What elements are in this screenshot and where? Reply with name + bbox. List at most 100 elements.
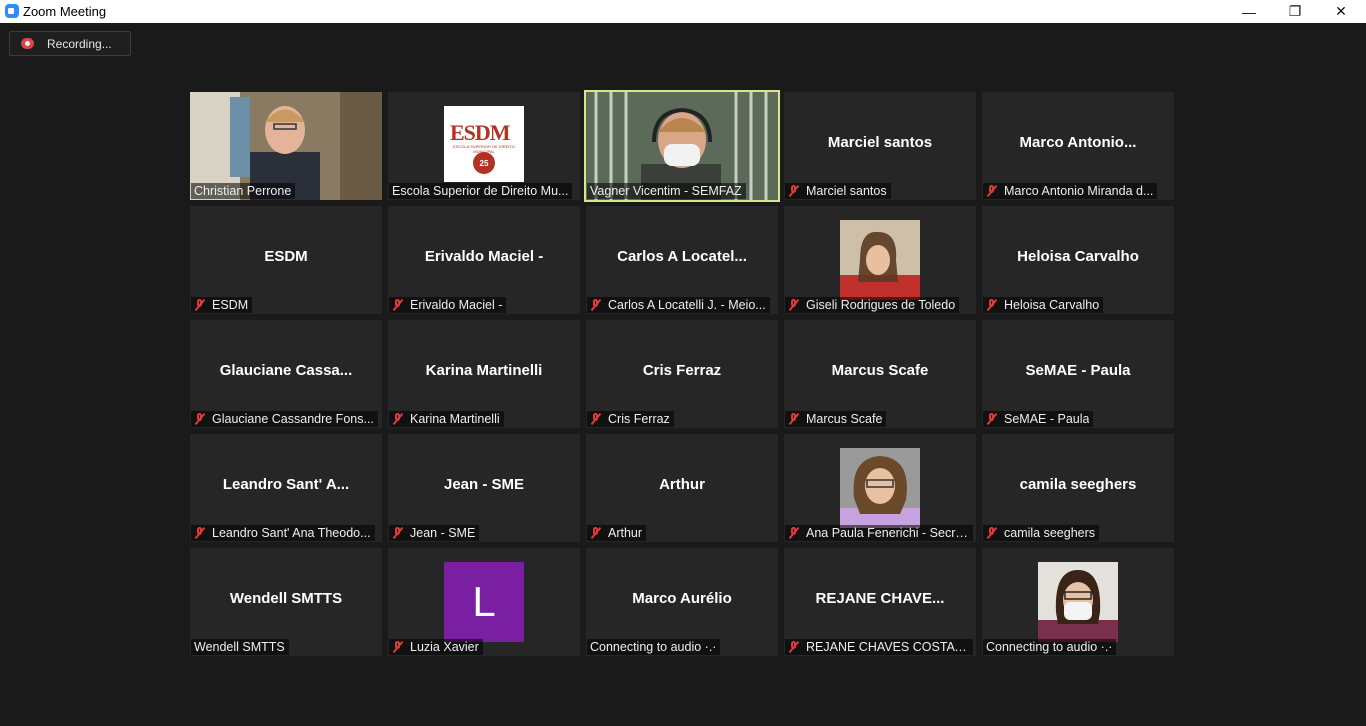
participant-tile[interactable]: Vagner Vicentim - SEMFAZ (584, 90, 780, 202)
participant-name-tag: Jean - SME (389, 525, 480, 541)
participant-name-tag: Vagner Vicentim - SEMFAZ (587, 183, 746, 199)
participant-name-tag: Marco Antonio Miranda d... (983, 183, 1158, 199)
participant-name-tag: Marciel santos (785, 183, 891, 199)
title-bar: Zoom Meeting — ❐ ✕ (0, 0, 1366, 23)
participant-tile[interactable]: Leandro Sant' A... Leandro Sant' Ana Theo… (190, 434, 382, 542)
participant-name-tag: Connecting to audio ·.· (587, 639, 721, 655)
participant-display-name: Heloisa Carvalho (1017, 248, 1139, 265)
participant-tile[interactable]: Christian Perrone (190, 92, 382, 200)
zoom-icon (5, 4, 19, 18)
muted-microphone-icon (392, 413, 404, 425)
participant-name-tag: ESDM (191, 297, 253, 313)
participant-name-tag: Carlos A Locatelli J. - Meio... (587, 297, 770, 313)
participant-tile[interactable]: Arthur Arthur (586, 434, 778, 542)
participant-tile[interactable]: Cris Ferraz Cris Ferraz (586, 320, 778, 428)
participant-name-tag: Ana Paula Fenerichi - Secre... (785, 525, 973, 541)
muted-microphone-icon (194, 413, 206, 425)
participant-tile[interactable]: SeMAE - Paula SeMAE - Paula (982, 320, 1174, 428)
participant-tile[interactable]: REJANE CHAVE... REJANE CHAVES COSTA G... (784, 548, 976, 656)
participant-name-tag: Heloisa Carvalho (983, 297, 1104, 313)
recording-indicator[interactable]: Recording... (9, 31, 131, 56)
muted-microphone-icon (788, 527, 800, 539)
participant-tile[interactable]: camila seeghers camila seeghers (982, 434, 1174, 542)
participant-tile[interactable]: Karina Martinelli Karina Martinelli (388, 320, 580, 428)
participant-name: Marciel santos (806, 184, 887, 198)
participant-name: Giseli Rodrigues de Toledo (806, 298, 956, 312)
participant-name: Cris Ferraz (608, 412, 670, 426)
participant-name: Leandro Sant' Ana Theodo... (212, 526, 371, 540)
participant-name: Luzia Xavier (410, 640, 479, 654)
participant-name-tag: SeMAE - Paula (983, 411, 1094, 427)
esdm-logo: ESDMESCOLA SUPERIOR DE DIREITO MUNICIPAL… (444, 106, 524, 182)
muted-microphone-icon (788, 641, 800, 653)
muted-microphone-icon (986, 527, 998, 539)
participant-tile[interactable]: Marciel santos Marciel santos (784, 92, 976, 200)
participant-name-tag: Giseli Rodrigues de Toledo (785, 297, 960, 313)
participant-name: camila seeghers (1004, 526, 1096, 540)
participant-name: Erivaldo Maciel - (410, 298, 503, 312)
logo-text: ESDM (450, 120, 511, 145)
recording-cloud-icon (21, 38, 34, 49)
muted-microphone-icon (392, 641, 404, 653)
participant-name-tag: Luzia Xavier (389, 639, 483, 655)
participant-tile[interactable]: Ana Paula Fenerichi - Secre... (784, 434, 976, 542)
participant-name-tag: Cris Ferraz (587, 411, 674, 427)
participant-tile[interactable]: Jean - SME Jean - SME (388, 434, 580, 542)
participant-tile[interactable]: Wendell SMTTS Wendell SMTTS (190, 548, 382, 656)
participant-name: ESDM (212, 298, 249, 312)
restore-button[interactable]: ❐ (1272, 0, 1318, 23)
muted-microphone-icon (788, 413, 800, 425)
participant-tile[interactable]: Marco Aurélio Connecting to audio ·.· (586, 548, 778, 656)
participant-tile[interactable]: L Luzia Xavier (388, 548, 580, 656)
profile-photo (840, 220, 920, 300)
participant-display-name: Erivaldo Maciel - (424, 248, 544, 265)
muted-microphone-icon (590, 299, 602, 311)
muted-microphone-icon (986, 185, 998, 197)
participant-tile[interactable]: Erivaldo Maciel - Erivaldo Maciel - (388, 206, 580, 314)
participant-tile[interactable]: Glauciane Cassa... Glauciane Cassandre Fo… (190, 320, 382, 428)
minimize-button[interactable]: — (1226, 0, 1272, 23)
participant-display-name: Jean - SME (443, 476, 525, 493)
muted-microphone-icon (986, 299, 998, 311)
participant-name: Christian Perrone (194, 184, 292, 198)
participant-tile[interactable]: ESDMESCOLA SUPERIOR DE DIREITO MUNICIPAL… (388, 92, 580, 200)
muted-microphone-icon (788, 185, 800, 197)
muted-microphone-icon (590, 413, 602, 425)
close-button[interactable]: ✕ (1318, 0, 1364, 23)
participant-name: Carlos A Locatelli J. - Meio... (608, 298, 766, 312)
participant-tile[interactable]: ESDM ESDM (190, 206, 382, 314)
participant-name-tag: Christian Perrone (191, 183, 296, 199)
participant-name: Connecting to audio ·.· (590, 640, 717, 654)
participant-name-tag: Arthur (587, 525, 647, 541)
participant-tile[interactable]: Marco Antonio... Marco Antonio Miranda d.… (982, 92, 1174, 200)
profile-photo (1038, 562, 1118, 642)
participant-display-name: Karina Martinelli (425, 362, 543, 379)
participant-tile[interactable]: Heloisa Carvalho Heloisa Carvalho (982, 206, 1174, 314)
muted-microphone-icon (194, 299, 206, 311)
participant-display-name: SeMAE - Paula (1025, 362, 1131, 379)
muted-microphone-icon (788, 299, 800, 311)
participant-name: Connecting to audio ·.· (986, 640, 1113, 654)
participant-display-name: ESDM (264, 248, 308, 265)
participant-display-name: Glauciane Cassa... (219, 362, 353, 379)
participant-tile[interactable]: Marcus Scafe Marcus Scafe (784, 320, 976, 428)
muted-microphone-icon (986, 413, 998, 425)
participant-name: Vagner Vicentim - SEMFAZ (590, 184, 742, 198)
participant-tile[interactable]: Connecting to audio ·.· (982, 548, 1174, 656)
participant-name-tag: Glauciane Cassandre Fons... (191, 411, 378, 427)
logo-seal: 25 (473, 152, 495, 174)
profile-photo (840, 448, 920, 528)
participant-tile[interactable]: Giseli Rodrigues de Toledo (784, 206, 976, 314)
participant-display-name: Arthur (659, 476, 705, 493)
participant-name-tag: Leandro Sant' Ana Theodo... (191, 525, 375, 541)
participant-name-tag: REJANE CHAVES COSTA G... (785, 639, 973, 655)
participant-name-tag: Connecting to audio ·.· (983, 639, 1117, 655)
participant-name-tag: Karina Martinelli (389, 411, 504, 427)
participant-name: Ana Paula Fenerichi - Secre... (806, 526, 969, 540)
participant-display-name: Marcus Scafe (831, 362, 929, 379)
participant-name: Marcus Scafe (806, 412, 883, 426)
recording-label: Recording... (47, 37, 112, 51)
participant-tile[interactable]: Carlos A Locatel... Carlos A Locatelli J.… (586, 206, 778, 314)
participant-name: Glauciane Cassandre Fons... (212, 412, 374, 426)
participant-display-name: Marciel santos (827, 134, 933, 151)
